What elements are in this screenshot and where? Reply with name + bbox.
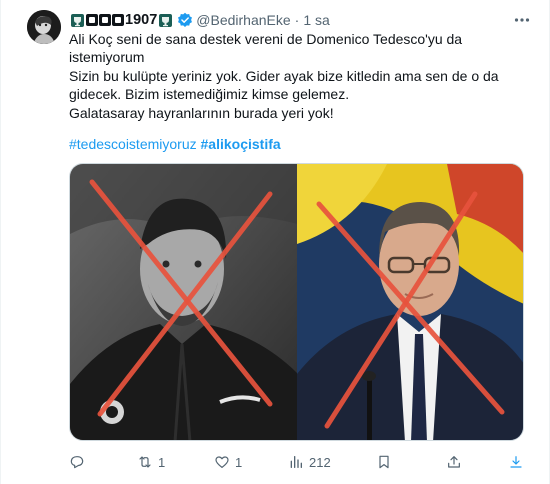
more-options-button[interactable] [511,10,533,30]
hashtags: #tedescoistemiyoruz #alikoçistifa [69,135,281,153]
tweet-action-bar: 1 1 212 [69,451,524,473]
trophy-emoji-icon [71,13,84,27]
like-count: 1 [235,454,243,470]
retweet-button[interactable]: 1 [137,451,165,473]
photo-man-with-red-x [70,164,297,440]
tweet-text-line: Sizin bu kulüpte yeriniz yok. Gider ayak… [69,67,499,84]
hashtag-link[interactable]: #tedescoistemiyoruz [69,136,197,152]
tweet-header: 1907 @BedirhanEke · 1 sa [69,10,533,30]
tweet-text-line: Ali Koç seni de sana destek vereni de Do… [69,31,463,47]
tweet-text-line: istemiyorum [69,49,145,66]
views-button[interactable]: 212 [288,451,331,473]
photo-man-with-red-x [297,164,523,440]
verified-badge-icon [178,12,193,27]
tweet-timestamp[interactable]: 1 sa [303,12,329,28]
author-display-name[interactable]: 1907 [69,12,174,28]
trophy-emoji-icon [159,13,173,27]
views-bar-chart-icon [290,456,302,468]
author-avatar[interactable] [27,10,61,44]
download-button[interactable] [508,451,524,473]
separator-dot: · [294,12,300,28]
media-photo-left[interactable] [70,164,297,440]
tweet-text-line: gidecek. Bizim istemediğimiz kimse gelem… [69,86,350,103]
retweet-count: 1 [158,454,166,470]
more-dots-icon [514,18,530,22]
reply-icon [70,456,84,469]
display-name-text: 1907 [125,12,158,28]
square-emoji-icon [86,14,98,26]
bookmark-button[interactable] [376,451,392,473]
author-handle[interactable]: @BedirhanEke [196,12,290,28]
bookmark-icon [379,455,389,469]
tweet-card: 1907 @BedirhanEke · 1 sa Ali Koç seni de… [0,0,550,484]
avatar-image [27,10,61,44]
heart-icon [215,456,229,468]
share-button[interactable] [446,451,462,473]
square-emoji-icon [112,14,124,26]
tweet-media[interactable] [69,163,524,441]
share-upload-icon [448,456,460,468]
like-button[interactable]: 1 [214,451,242,473]
square-emoji-icon [99,14,111,26]
tweet-text-line: Galatasaray hayranlarının burada yeri yo… [69,104,334,121]
download-icon [510,456,522,468]
views-count: 212 [309,454,331,470]
reply-button[interactable] [69,451,90,473]
media-photo-right[interactable] [297,164,523,440]
hashtag-link[interactable]: #alikoçistifa [201,136,281,152]
retweet-icon [139,456,151,468]
tweet-text: Ali Koç seni de sana destek vereni de Do… [69,30,519,122]
